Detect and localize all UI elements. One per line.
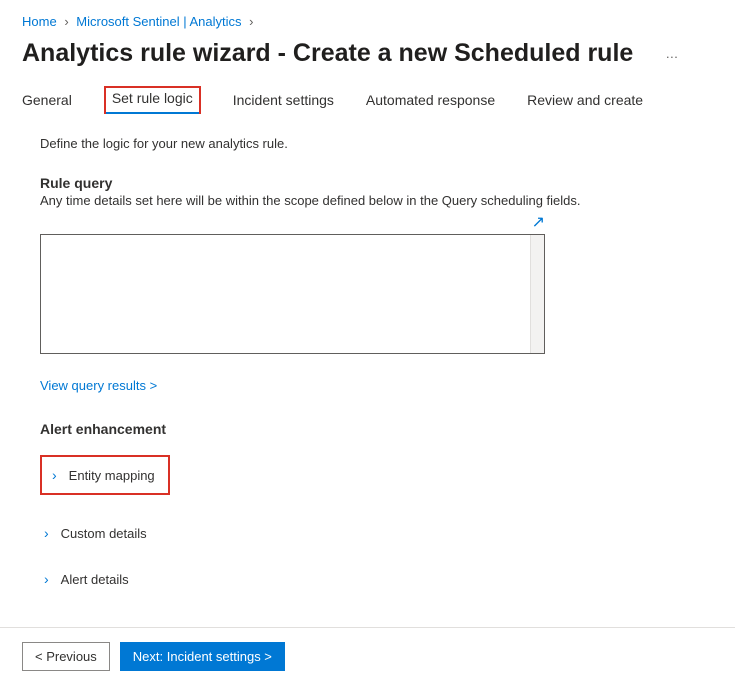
tab-review-create[interactable]: Review and create — [527, 86, 643, 114]
expander-label: Alert details — [61, 572, 129, 587]
view-query-results-link[interactable]: View query results > — [40, 378, 157, 393]
chevron-right-icon: › — [44, 525, 49, 541]
next-button[interactable]: Next: Incident settings > — [120, 642, 285, 671]
chevron-right-icon: › — [44, 571, 49, 587]
intro-text: Define the logic for your new analytics … — [40, 136, 713, 151]
expander-alert-details[interactable]: › Alert details — [40, 561, 200, 597]
expander-custom-details[interactable]: › Custom details — [40, 515, 200, 551]
tab-incident-settings[interactable]: Incident settings — [233, 86, 334, 114]
more-actions-icon[interactable]: … — [665, 46, 679, 61]
tab-set-rule-logic[interactable]: Set rule logic — [104, 86, 201, 114]
rule-query-title: Rule query — [40, 175, 713, 191]
query-box — [40, 234, 545, 354]
expander-list: › Entity mapping › Custom details › Aler… — [40, 455, 713, 597]
breadcrumb-sentinel[interactable]: Microsoft Sentinel | Analytics — [76, 14, 241, 29]
previous-button[interactable]: < Previous — [22, 642, 110, 671]
expander-label: Custom details — [61, 526, 147, 541]
tabs: General Set rule logic Incident settings… — [0, 86, 735, 114]
breadcrumb-sep: › — [245, 14, 257, 29]
bottom-bar: < Previous Next: Incident settings > — [0, 627, 735, 685]
tab-automated-response[interactable]: Automated response — [366, 86, 495, 114]
chevron-right-icon: › — [52, 467, 57, 483]
breadcrumb: Home › Microsoft Sentinel | Analytics › — [0, 0, 735, 39]
tab-general[interactable]: General — [22, 86, 72, 114]
query-scrollbar[interactable] — [530, 235, 544, 353]
expand-icon[interactable]: ↗ — [532, 212, 545, 232]
page-title: Analytics rule wizard - Create a new Sch… — [22, 39, 633, 68]
alert-enhancement-title: Alert enhancement — [40, 421, 713, 437]
query-input[interactable] — [41, 235, 530, 353]
breadcrumb-home[interactable]: Home — [22, 14, 57, 29]
expand-row: ↗ — [40, 208, 545, 234]
content: Define the logic for your new analytics … — [0, 114, 735, 597]
expander-label: Entity mapping — [69, 468, 155, 483]
expander-entity-mapping[interactable]: › Entity mapping — [40, 455, 170, 495]
rule-query-sub: Any time details set here will be within… — [40, 193, 713, 208]
title-row: Analytics rule wizard - Create a new Sch… — [0, 39, 735, 86]
breadcrumb-sep: › — [60, 14, 72, 29]
